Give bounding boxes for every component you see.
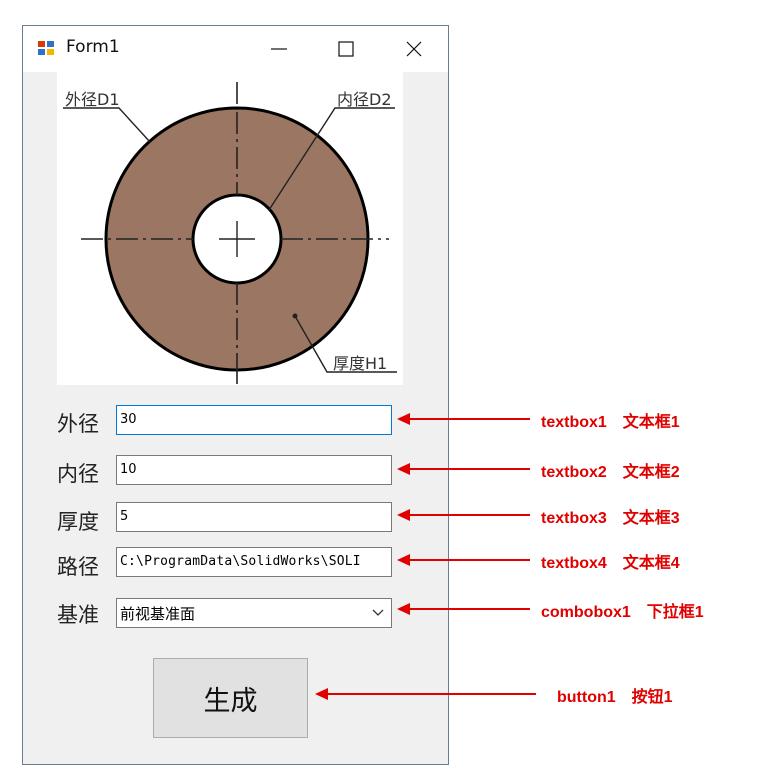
annotation-textbox4: textbox4 文本框4: [541, 555, 680, 572]
annotation-button1: button1 按钮1: [557, 689, 673, 706]
annotation-textbox3: textbox3 文本框3: [541, 510, 680, 527]
annotation-combobox1: combobox1 下拉框1: [541, 604, 704, 621]
annotation-textbox2: textbox2 文本框2: [541, 464, 680, 481]
annotation-textbox1: textbox1 文本框1: [541, 414, 680, 431]
annotation-arrows: [315, 413, 536, 700]
